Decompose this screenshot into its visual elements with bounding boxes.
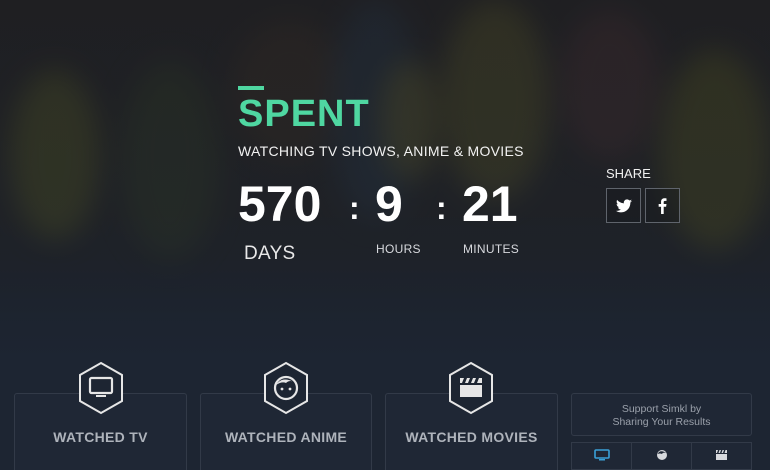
hours-minutes-separator: : (436, 190, 447, 226)
facebook-icon (658, 197, 667, 214)
page-title: SPENT (238, 93, 370, 135)
tab-anime[interactable] (631, 442, 691, 470)
tv-icon (79, 361, 123, 415)
hero-title-block: SPENT (238, 86, 370, 134)
tab-tv[interactable] (571, 442, 631, 470)
page-subtitle: WATCHING TV SHOWS, ANIME & MOVIES (238, 143, 524, 159)
support-line-1: Support Simkl by (621, 403, 702, 415)
minutes-value: 21 (462, 176, 518, 232)
days-label: DAYS (244, 243, 296, 264)
clapperboard-icon (449, 361, 493, 415)
tab-movies[interactable] (691, 442, 752, 470)
facebook-share-button[interactable] (645, 188, 680, 223)
days-value: 570 (238, 176, 322, 232)
watched-anime-title: WATCHED ANIME (224, 429, 348, 445)
days-hours-separator: : (349, 190, 360, 226)
title-accent-bar (238, 86, 264, 90)
hours-label: HOURS (376, 242, 421, 256)
anime-face-icon (264, 361, 308, 415)
minutes-label: MINUTES (463, 242, 520, 256)
share-label: SHARE (606, 166, 651, 181)
watched-tv-title: WATCHED TV (53, 429, 148, 445)
clapperboard-icon (716, 450, 727, 460)
share-type-tabs (571, 442, 752, 470)
twitter-share-button[interactable] (606, 188, 641, 223)
anime-face-icon (656, 450, 667, 460)
twitter-icon (615, 198, 632, 212)
tv-icon (593, 449, 610, 461)
support-share-box: Support Simkl by Sharing Your Results (571, 393, 752, 436)
hours-value: 9 (375, 176, 403, 232)
watched-movies-title: WATCHED MOVIES (405, 429, 538, 445)
support-line-2: Sharing Your Results (612, 416, 711, 428)
